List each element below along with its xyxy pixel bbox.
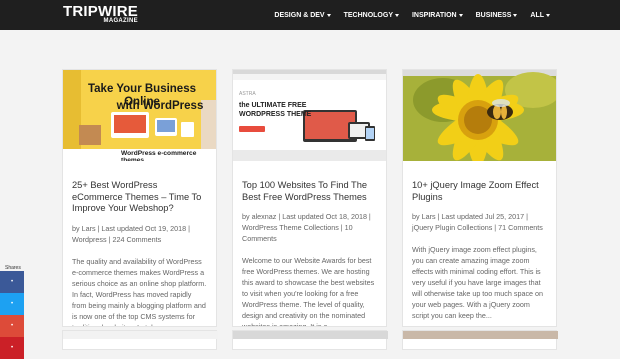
pinterest-icon: • (10, 345, 14, 351)
google-share-button[interactable]: • (0, 315, 24, 337)
thumbnail-headline-2: with WordPress (116, 100, 204, 112)
facebook-share-button[interactable]: • (0, 271, 24, 293)
post-thumbnail[interactable] (63, 331, 218, 339)
thumbnail-footer: WordPress e-commerce themes (121, 150, 197, 161)
thumbnail-tag: ASTRA (239, 91, 256, 97)
nav-item-business[interactable]: BUSINESS (476, 12, 518, 19)
post-card: Take Your Business Online with WordPress… (62, 69, 217, 327)
nav-item-all[interactable]: ALL (530, 12, 550, 19)
post-title[interactable]: 10+ jQuery Image Zoom Effect Plugins (412, 180, 547, 203)
post-thumbnail[interactable]: Take Your Business Online with WordPress… (63, 70, 216, 161)
chevron-down-icon (458, 13, 463, 17)
post-thumbnail[interactable] (233, 331, 388, 339)
post-card: ASTRA the ULTIMATE FREE WORDPRESS THEME … (232, 69, 387, 327)
post-excerpt: The quality and availability of WordPres… (72, 256, 207, 327)
nav-label: BUSINESS (475, 11, 512, 19)
post-thumbnail[interactable] (403, 331, 558, 339)
google-icon: • (10, 323, 14, 329)
main-nav: DESIGN & DEV TECHNOLOGY INSPIRATION BUSI… (261, 0, 550, 30)
nav-item-design-dev[interactable]: DESIGN & DEV (274, 11, 331, 19)
bee-on-flower-image (403, 70, 556, 161)
nav-label: INSPIRATION (411, 11, 457, 19)
logo-text: TRIPWIRE (63, 3, 138, 20)
chevron-down-icon (326, 13, 331, 17)
chevron-down-icon (394, 13, 399, 17)
nav-item-technology[interactable]: TECHNOLOGY (344, 12, 399, 19)
post-title[interactable]: Top 100 Websites To Find The Best Free W… (242, 180, 377, 203)
top-navbar: TRIPWIRE MAGAZINE DESIGN & DEV TECHNOLOG… (0, 0, 620, 30)
site-logo[interactable]: TRIPWIRE MAGAZINE (63, 4, 138, 24)
nav-label: DESIGN & DEV (274, 11, 325, 19)
nav-item-inspiration[interactable]: INSPIRATION (412, 12, 463, 19)
chevron-down-icon (513, 13, 518, 17)
twitter-share-button[interactable]: • (0, 293, 24, 315)
chevron-down-icon (546, 13, 550, 17)
thumbnail-headline-2: WORDPRESS THEME (239, 111, 312, 118)
post-thumbnail[interactable] (403, 70, 556, 161)
post-card (232, 330, 388, 350)
post-title[interactable]: 25+ Best WordPress eCommerce Themes – Ti… (72, 180, 207, 215)
post-meta: by alexnaz | Last updated Oct 18, 2018 |… (242, 212, 371, 243)
post-excerpt: With jQuery image zoom effect plugins, y… (412, 245, 544, 320)
facebook-icon: • (10, 279, 14, 285)
post-thumbnail[interactable]: ASTRA the ULTIMATE FREE WORDPRESS THEME (233, 70, 386, 161)
twitter-icon: • (10, 301, 14, 307)
post-card: 10+ jQuery Image Zoom Effect Plugins by … (402, 69, 557, 327)
thumbnail-headline-1: the ULTIMATE FREE (239, 102, 307, 109)
post-meta: by Lars | Last updated Oct 19, 2018 | Wo… (72, 223, 191, 244)
post-excerpt: Welcome to our Website Awards for best f… (242, 256, 375, 327)
post-card (62, 330, 218, 350)
post-card (402, 330, 558, 350)
nav-label: TECHNOLOGY (343, 11, 393, 19)
nav-label: ALL (530, 11, 544, 19)
pinterest-share-button[interactable]: • (0, 337, 24, 359)
post-meta: by Lars | Last updated Jul 25, 2017 | jQ… (412, 212, 543, 232)
